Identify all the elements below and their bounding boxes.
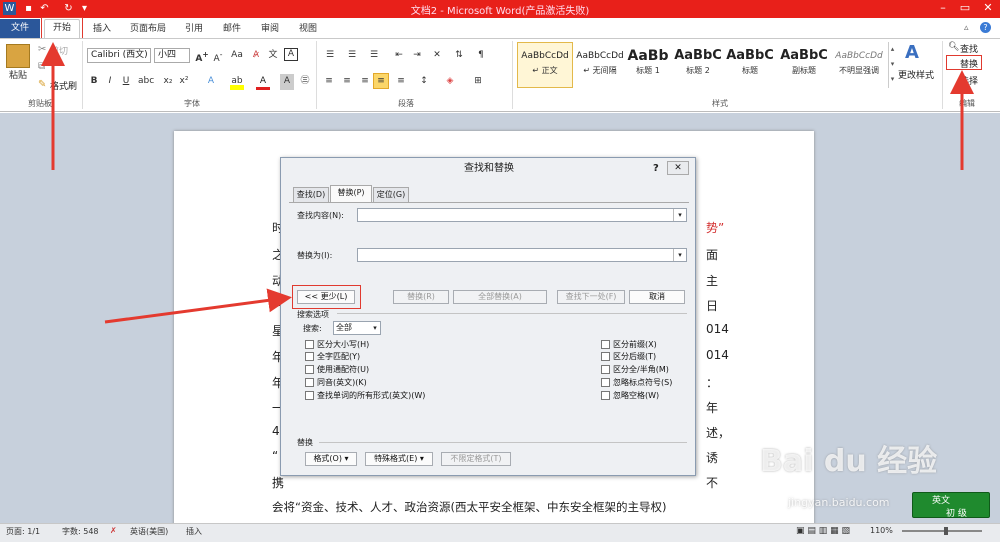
watermark-url: jingyan.baidu.com [788, 496, 890, 509]
status-page[interactable]: 页面: 1/1 [6, 526, 40, 537]
arrow-to-less-button [104, 288, 292, 324]
view-mode-icons[interactable]: ▣ ▤ ▥ ▦ ▧ [796, 526, 850, 536]
ime-lang[interactable]: 英文 [932, 493, 950, 506]
status-language[interactable]: 英语(美国) [130, 526, 168, 537]
status-mode[interactable]: 插入 [186, 526, 202, 537]
status-words[interactable]: 字数: 548 [62, 526, 99, 537]
proofing-icon[interactable]: ✗ [110, 526, 117, 535]
ime-mode[interactable]: 初 级 [946, 506, 967, 519]
watermark-brand: Bai du 经验 [760, 444, 938, 479]
zoom-slider[interactable] [902, 530, 982, 532]
zoom-slider-thumb[interactable] [944, 527, 948, 535]
zoom-level[interactable]: 110% [870, 526, 893, 535]
